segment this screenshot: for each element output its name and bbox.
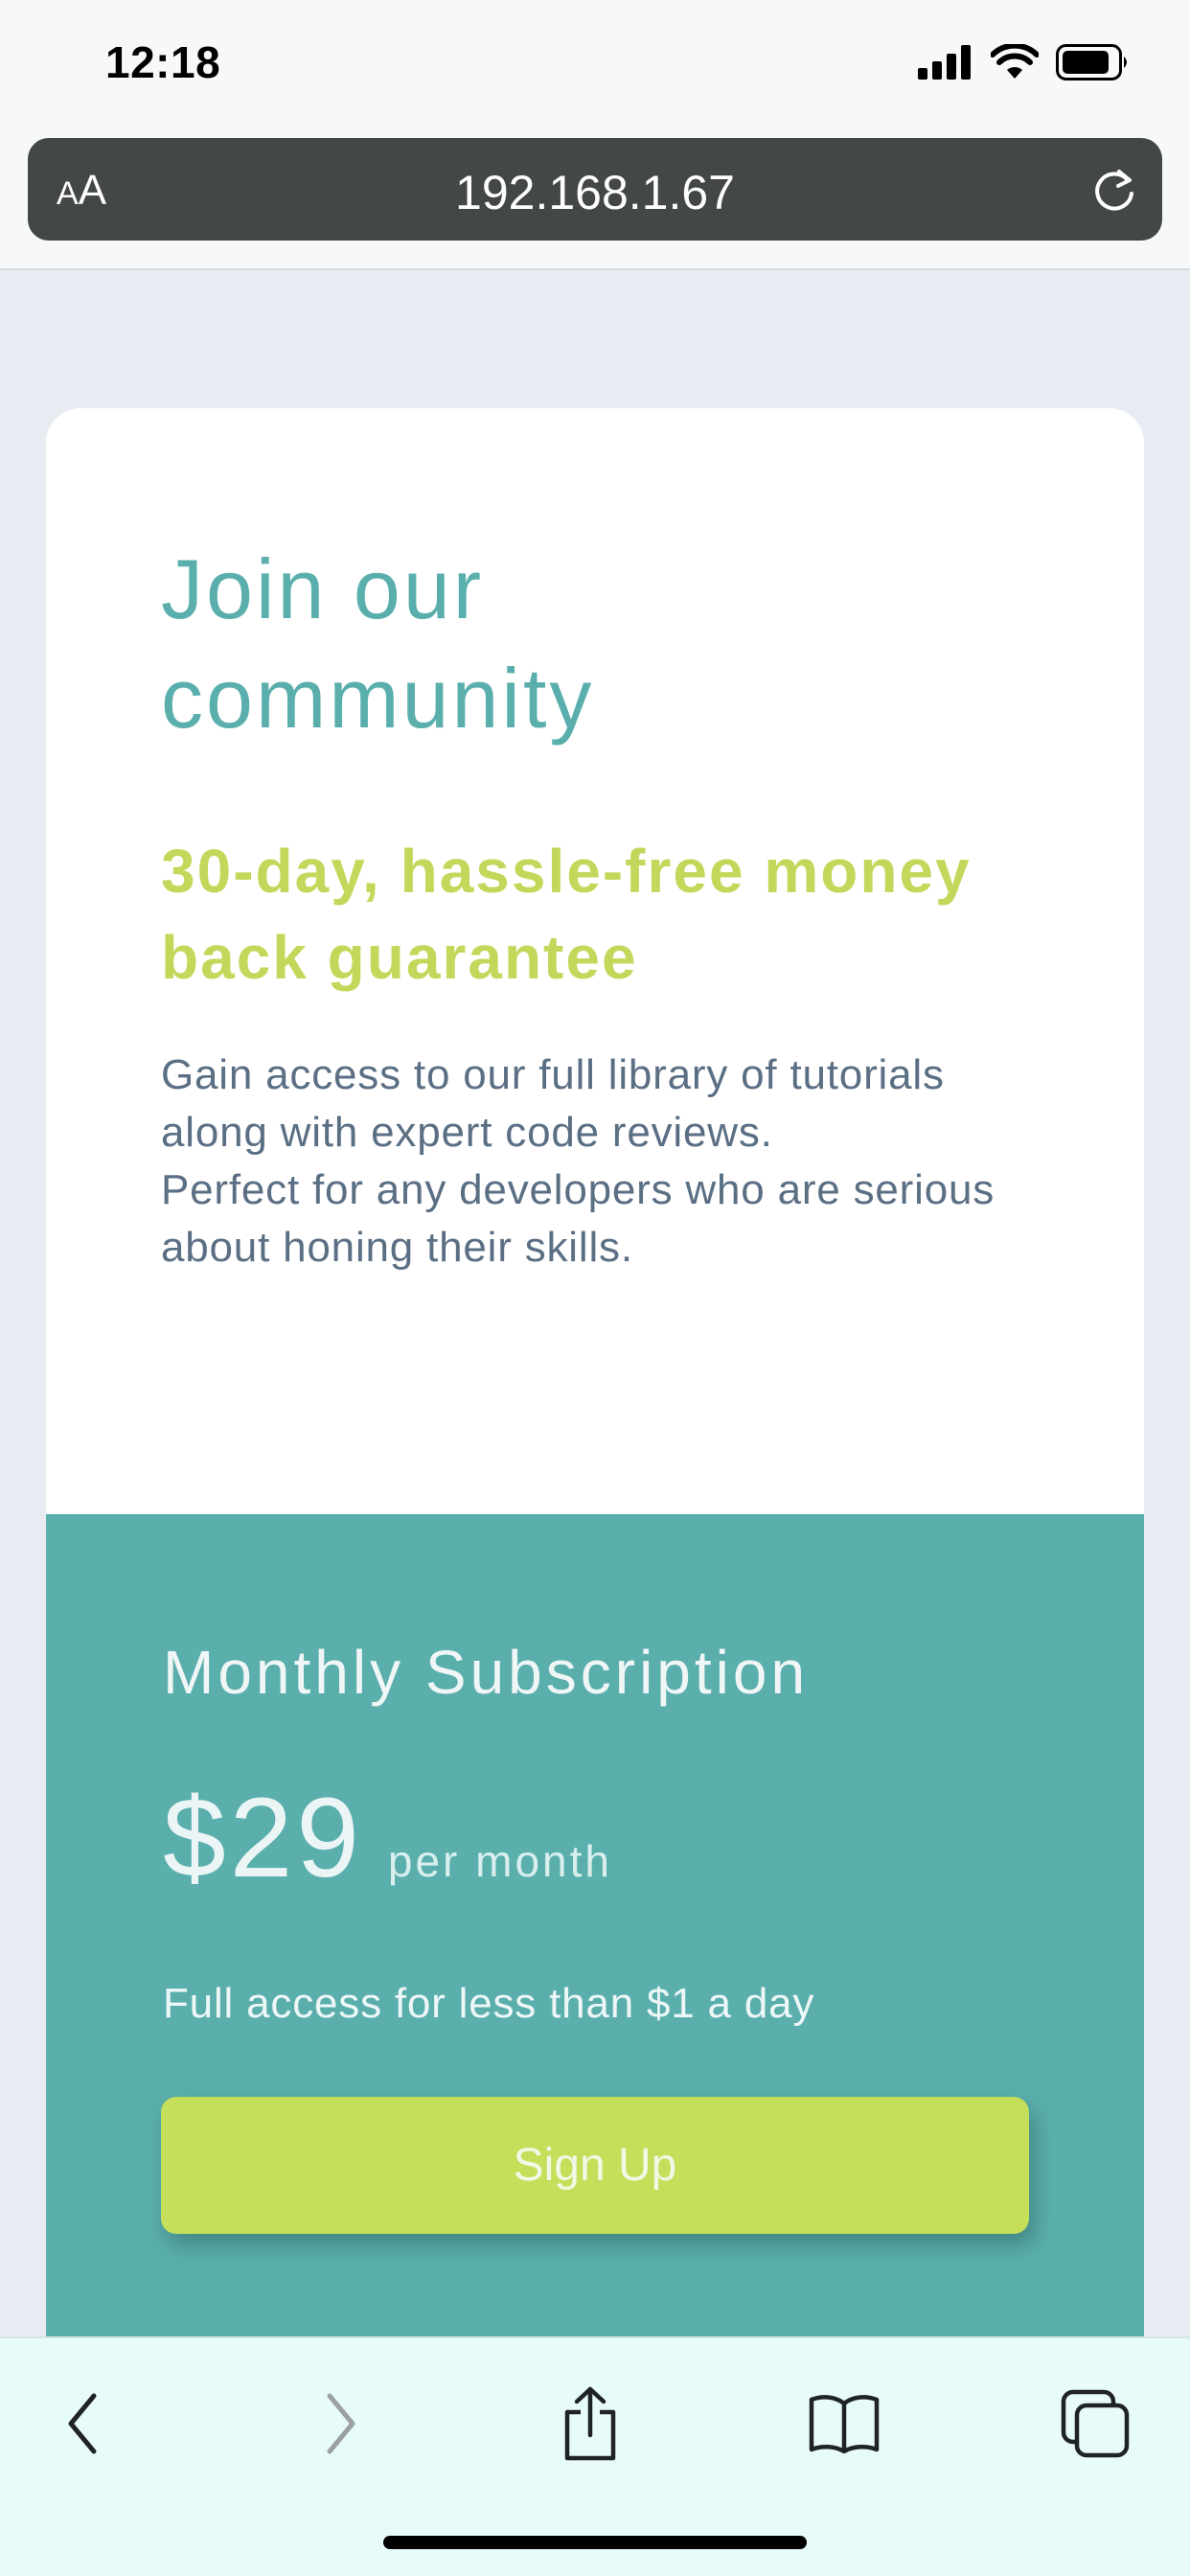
battery-icon	[1056, 44, 1127, 80]
back-icon	[68, 2393, 97, 2454]
forward-button[interactable]	[297, 2380, 383, 2467]
pricing-card: Join our community 30-day, hassle-free m…	[46, 408, 1144, 2336]
tabs-button[interactable]	[1052, 2380, 1138, 2467]
wifi-icon	[991, 44, 1039, 79]
description: Gain access to our full library of tutor…	[161, 1046, 1029, 1276]
subscription-panel: Monthly Subscription $29 per month Full …	[46, 1514, 1144, 2336]
share-button[interactable]	[547, 2380, 633, 2467]
bookmarks-icon	[809, 2395, 880, 2454]
share-icon	[564, 2386, 616, 2461]
description-line-1: Gain access to our full library of tutor…	[161, 1051, 945, 1156]
reload-icon[interactable]	[1089, 165, 1139, 215]
tabs-icon	[1061, 2389, 1130, 2458]
bookmarks-button[interactable]	[801, 2380, 887, 2467]
address-bar[interactable]: AA 192.168.1.67	[28, 138, 1162, 241]
subscription-heading: Monthly Subscription	[163, 1638, 810, 1707]
cellular-signal-icon	[918, 45, 971, 80]
browser-chrome: AA 192.168.1.67	[0, 134, 1190, 270]
price-unit: per month	[387, 1836, 613, 1886]
home-indicator	[383, 2536, 807, 2549]
access-text: Full access for less than $1 a day	[163, 1980, 815, 2027]
sign-up-button[interactable]: Sign Up	[161, 2097, 1029, 2234]
status-bar: 12:18	[0, 0, 1190, 134]
description-line-2: Perfect for any developers who are serio…	[161, 1166, 995, 1271]
price-row: $29 per month	[163, 1773, 612, 1903]
url-text[interactable]: 192.168.1.67	[28, 165, 1162, 220]
forward-icon	[327, 2393, 355, 2454]
price-amount: $29	[163, 1775, 363, 1901]
guarantee-subtitle: 30-day, hassle-free money back guarantee	[161, 837, 972, 992]
page-content: Join our community 30-day, hassle-free m…	[0, 272, 1190, 2336]
card-intro: Join our community 30-day, hassle-free m…	[46, 408, 1144, 1380]
back-button[interactable]	[40, 2380, 126, 2467]
page-title: Join our community	[161, 541, 595, 746]
status-time: 12:18	[105, 37, 221, 87]
status-icons	[918, 44, 1131, 80]
